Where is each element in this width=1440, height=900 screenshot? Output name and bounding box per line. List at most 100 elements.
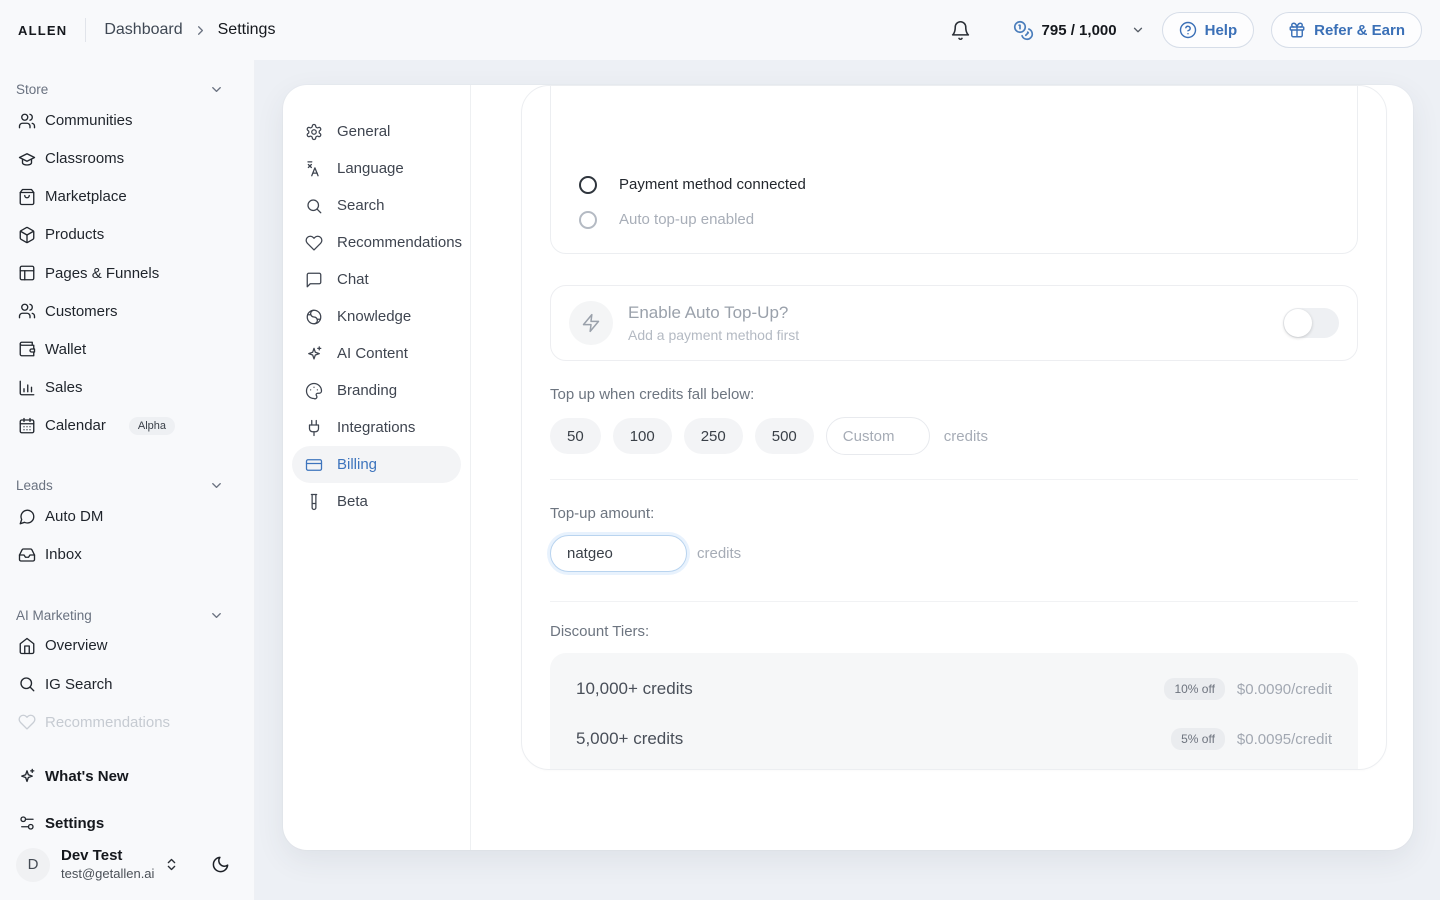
amount-unit-label: credits [697,545,741,562]
settings-nav: General Language Search [283,85,471,850]
chat-bubble-icon [18,508,36,526]
tab-label: Beta [337,493,368,510]
settings-tab-knowledge[interactable]: Knowledge [292,298,461,335]
settings-tab-beta[interactable]: Beta [292,483,461,520]
item-label: Products [45,226,104,243]
user-menu[interactable]: D Dev Test test@getallen.ai [16,847,238,888]
message-square-icon [305,271,323,289]
moon-icon[interactable] [211,855,230,874]
sidebar-item-recommendations: Recommendations [16,703,238,741]
breadcrumb-dashboard[interactable]: Dashboard [104,21,182,39]
chevron-right-icon [193,23,208,38]
item-label: Communities [45,112,133,129]
sidebar-item-inbox[interactable]: Inbox [16,536,238,574]
tier-price: $0.0090/credit [1237,681,1332,698]
sidebar-item-whats-new[interactable]: What's New [16,753,238,800]
breadcrumb-settings[interactable]: Settings [218,21,276,39]
credits-menu[interactable]: 795 / 1,000 [1013,20,1145,41]
avatar: D [16,848,50,882]
topup-amount-input[interactable] [550,535,687,572]
sidebar-item-customers[interactable]: Customers [16,292,238,330]
help-button[interactable]: Help [1162,12,1255,48]
item-label: Overview [45,637,108,654]
threshold-options: 50 100 250 500 credits [550,417,1358,455]
settings-tab-search[interactable]: Search [292,187,461,224]
brain-icon [305,308,323,326]
sidebar-item-settings[interactable]: Settings [16,800,238,847]
search-icon [305,197,323,215]
sidebar-item-wallet[interactable]: Wallet [16,330,238,368]
item-label: Classrooms [45,150,124,167]
refer-earn-button[interactable]: Refer & Earn [1271,12,1422,48]
sidebar-item-ig-search[interactable]: IG Search [16,665,238,703]
sidebar-item-communities[interactable]: Communities [16,101,238,139]
tab-label: Language [337,160,404,177]
threshold-chip-250[interactable]: 250 [684,418,743,454]
shopping-bag-icon [18,188,36,206]
chevron-down-icon [1131,23,1145,37]
threshold-chip-50[interactable]: 50 [550,418,601,454]
tier-row: Under 5,000 credits $0.0100/credit [576,764,1332,770]
tab-label: AI Content [337,345,408,362]
gear-icon [305,123,323,141]
settings-tab-general[interactable]: General [292,113,461,150]
status-label: Payment method connected [619,176,806,193]
threshold-custom-input[interactable] [826,417,930,455]
toggle-knob [1284,309,1312,337]
app-root: ALLEN Dashboard Settings 795 / 1,000 [0,0,1440,900]
notifications-button[interactable] [950,20,971,41]
settings-tab-chat[interactable]: Chat [292,261,461,298]
item-label: IG Search [45,676,113,693]
search-icon [18,675,36,693]
sidebar-section-leads[interactable]: Leads [16,474,238,497]
layout-icon [18,264,36,282]
threshold-chip-500[interactable]: 500 [755,418,814,454]
sidebar-section-store[interactable]: Store [16,78,238,101]
item-label: Marketplace [45,188,127,205]
sidebar-item-marketplace[interactable]: Marketplace [16,178,238,216]
bell-icon [950,20,971,41]
sidebar-item-calendar[interactable]: Calendar Alpha [16,407,238,445]
billing-scroll-panel[interactable]: Payment method connected Auto top-up ena… [521,85,1387,770]
status-label: Auto top-up enabled [619,211,754,228]
translate-icon [305,160,323,178]
plug-icon [305,419,323,437]
item-label: Calendar [45,417,106,434]
sidebar-item-products[interactable]: Products [16,216,238,254]
tab-label: General [337,123,390,140]
settings-tab-branding[interactable]: Branding [292,372,461,409]
calendar-icon [18,417,36,435]
section-label: Store [16,82,48,97]
settings-card: General Language Search [283,85,1413,850]
settings-tab-language[interactable]: Language [292,150,461,187]
chevron-down-icon [209,478,224,493]
chevron-down-icon [209,82,224,97]
wallet-icon [18,340,36,358]
tab-label: Chat [337,271,369,288]
tab-label: Integrations [337,419,415,436]
chevrons-up-down-icon[interactable] [164,857,179,872]
item-label: Recommendations [45,714,170,731]
section-label: AI Marketing [16,608,92,623]
tier-discount-badge: 5% off [1171,728,1225,750]
auto-topup-toggle[interactable] [1283,308,1339,338]
settings-tab-billing[interactable]: Billing [292,446,461,483]
sidebar-item-classrooms[interactable]: Classrooms [16,140,238,178]
sparkles-icon [305,345,323,363]
settings-tab-recommendations[interactable]: Recommendations [292,224,461,261]
threshold-chip-100[interactable]: 100 [613,418,672,454]
tab-label: Knowledge [337,308,411,325]
divider [85,18,86,42]
sidebar-section-ai-marketing[interactable]: AI Marketing [16,603,238,626]
enable-auto-topup-card: Enable Auto Top-Up? Add a payment method… [550,285,1358,361]
sidebar-item-auto-dm[interactable]: Auto DM [16,498,238,536]
sidebar-item-overview[interactable]: Overview [16,627,238,665]
sidebar-item-pages-funnels[interactable]: Pages & Funnels [16,254,238,292]
user-name: Dev Test [61,847,154,866]
settings-tab-integrations[interactable]: Integrations [292,409,461,446]
status-auto-topup: Auto top-up enabled [579,202,1329,237]
sidebar-item-sales[interactable]: Sales [16,368,238,406]
settings-tab-ai-content[interactable]: AI Content [292,335,461,372]
coins-icon [1013,20,1034,41]
item-label: Inbox [45,546,82,563]
